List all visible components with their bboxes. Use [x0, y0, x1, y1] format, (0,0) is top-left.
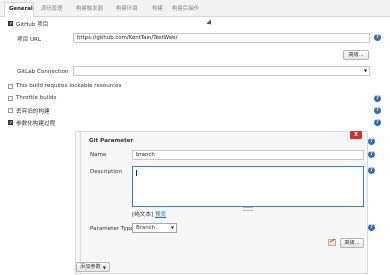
description-format-row: [纯文本] 预览: [132, 210, 166, 218]
tab-build-triggers[interactable]: 构建触发器: [72, 3, 107, 16]
git-parameter-help-icon[interactable]: ?: [368, 138, 375, 145]
tab-general[interactable]: General: [4, 2, 34, 17]
name-input[interactable]: branch: [132, 150, 364, 160]
plain-text-label: [纯文本]: [132, 212, 154, 218]
git-parameter-title: Git Parameter: [89, 138, 134, 144]
gitlab-connection-select[interactable]: ▼: [73, 66, 370, 76]
mouse-cursor-icon: [206, 19, 214, 27]
parameter-type-label: Parameter Type: [90, 226, 134, 232]
project-url-label: 项目 URL: [17, 37, 42, 43]
throttle-builds-label: Throttle builds: [16, 95, 57, 101]
github-advanced-button[interactable]: 高级...: [343, 50, 369, 60]
delete-parameter-button[interactable]: X: [350, 131, 362, 139]
parameter-type-select[interactable]: Branch ▼: [132, 223, 177, 233]
git-parameter-advanced-button[interactable]: 高级...: [340, 238, 364, 248]
panel-divider: [80, 132, 81, 275]
discard-old-builds-label: 丢弃旧的构建: [16, 109, 50, 115]
chevron-down-icon: ▼: [170, 225, 174, 230]
tab-bar: General 源码管理 构建触发器 构建环境 构建 构建后操作: [0, 0, 390, 17]
tab-post-build[interactable]: 构建后操作: [168, 3, 203, 16]
parameter-type-value: Branch: [136, 225, 156, 231]
lockable-resources-label: This build requires lockable resources: [16, 83, 122, 89]
name-label: Name: [90, 152, 107, 158]
lockable-resources-checkbox[interactable]: [8, 84, 13, 89]
chevron-down-icon: ▼: [363, 68, 367, 73]
parameterized-build-label: 参数化构建过程: [16, 121, 56, 127]
gitlab-connection-label: GitLab Connection: [17, 69, 69, 75]
parameter-type-help-icon[interactable]: ?: [368, 224, 375, 231]
edit-notepad-icon: [328, 238, 337, 246]
description-help-icon[interactable]: ?: [368, 167, 375, 174]
tab-source-control[interactable]: 源码管理: [37, 3, 67, 16]
description-label: Description: [90, 169, 122, 175]
tab-build[interactable]: 构建: [148, 3, 167, 16]
github-project-label: GitHub 项目: [16, 22, 49, 28]
throttle-builds-checkbox[interactable]: [8, 96, 13, 101]
parameterized-help-icon[interactable]: ?: [374, 119, 381, 126]
discard-help-icon[interactable]: ?: [374, 107, 381, 114]
project-url-input[interactable]: https://github.com/KentTain/TestWeb/: [73, 33, 370, 43]
parameterized-build-checkbox[interactable]: [8, 120, 13, 125]
text-caret: [136, 170, 137, 176]
preview-link[interactable]: 预览: [155, 212, 166, 218]
tab-build-environment[interactable]: 构建环境: [112, 3, 142, 16]
add-parameter-label: 添加参数: [80, 264, 101, 270]
name-help-icon[interactable]: ?: [368, 151, 375, 158]
chevron-down-icon: ▼: [102, 265, 106, 270]
github-project-checkbox[interactable]: [8, 21, 13, 26]
add-parameter-button[interactable]: 添加参数 ▼: [76, 262, 110, 272]
resize-handle[interactable]: [243, 207, 253, 211]
description-textarea[interactable]: [132, 166, 364, 207]
discard-old-builds-checkbox[interactable]: [8, 108, 13, 113]
project-url-help-icon[interactable]: ?: [374, 34, 381, 41]
throttle-help-icon[interactable]: ?: [374, 95, 381, 102]
